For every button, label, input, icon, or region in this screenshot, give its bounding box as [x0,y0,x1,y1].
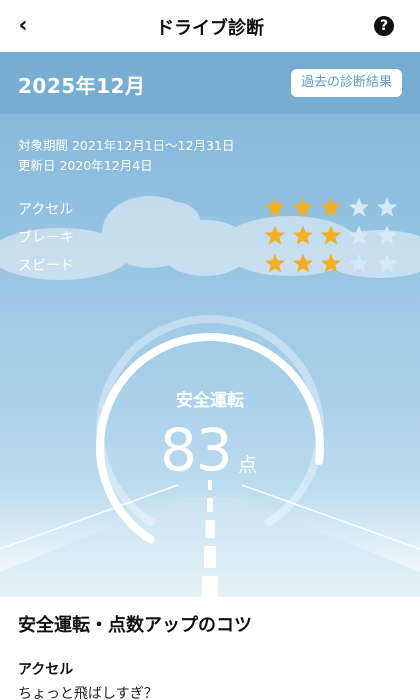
tip-text: ちょっと飛ばしすぎ？ [18,686,158,700]
diagnosis-hero: 2025年12月 過去の診断結果 対象期間 2021年12月1日〜12月31日 … [0,52,420,597]
score-value: 83 [160,416,233,484]
score-unit: 点 [238,454,258,476]
score-gauge [0,315,420,597]
help-button[interactable]: ? [374,16,394,36]
page-title: ドライブ診断 [156,18,264,39]
tips-title: 安全運転・点数アップのコツ [18,615,252,636]
tip-heading: アクセル [18,662,74,678]
tips-section: 安全運転・点数アップのコツ アクセル ちょっと飛ばしすぎ？ [0,597,420,700]
question-icon: ? [379,18,389,34]
score-label: 安全運転 [176,391,244,411]
app-header: ‹ ドライブ診断 ? [0,0,420,52]
